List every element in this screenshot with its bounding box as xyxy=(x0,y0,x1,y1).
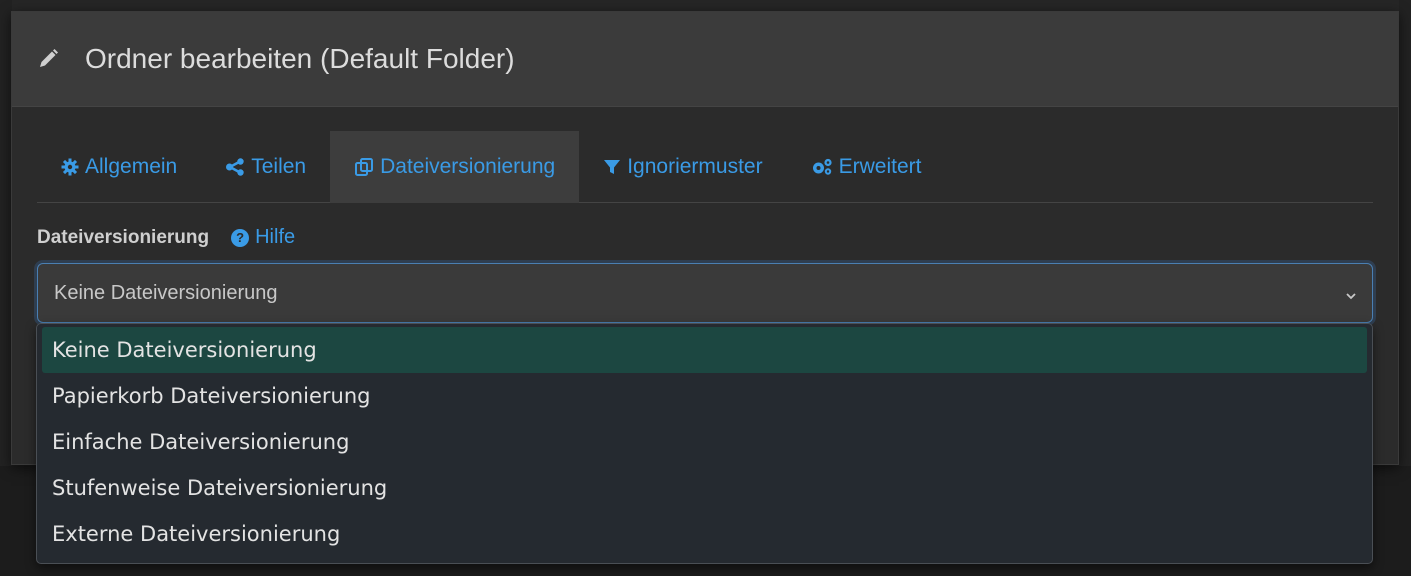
option-keine[interactable]: Keine Dateiversionierung xyxy=(42,327,1367,373)
tab-teilen[interactable]: Teilen xyxy=(201,131,330,203)
tab-label: Teilen xyxy=(251,155,307,178)
chevron-down-icon xyxy=(1344,286,1358,300)
help-link[interactable]: ? Hilfe xyxy=(231,226,295,249)
tab-label: Erweitert xyxy=(838,155,922,178)
option-externe[interactable]: Externe Dateiversionierung xyxy=(42,511,1367,557)
modal-header: Ordner bearbeiten (Default Folder) xyxy=(12,12,1398,107)
versioning-selected-value: Keine Dateiversionierung xyxy=(54,281,278,304)
versioning-label: Dateiversionierung xyxy=(37,226,210,248)
tab-ignoriermuster[interactable]: Ignoriermuster xyxy=(579,131,786,203)
versioning-section-label: Dateiversionierung ? Hilfe xyxy=(37,226,295,249)
pencil-icon xyxy=(37,48,59,70)
tab-dateiversionierung[interactable]: Dateiversionierung xyxy=(330,131,580,203)
question-circle-icon: ? xyxy=(231,228,250,247)
gears-icon xyxy=(811,158,833,176)
option-einfache[interactable]: Einfache Dateiversionierung xyxy=(42,419,1367,465)
gear-icon xyxy=(61,158,79,176)
copy-icon xyxy=(354,157,374,177)
tab-allgemein[interactable]: Allgemein xyxy=(37,131,201,203)
tab-label: Ignoriermuster xyxy=(627,155,763,178)
tab-bar: Allgemein Teilen Dateiversionierung Igno… xyxy=(37,131,1373,203)
help-label: Hilfe xyxy=(255,226,296,248)
tab-erweitert[interactable]: Erweitert xyxy=(787,131,946,203)
versioning-select[interactable]: Keine Dateiversionierung xyxy=(37,263,1373,323)
versioning-dropdown-list: Keine Dateiversionierung Papierkorb Date… xyxy=(36,323,1373,564)
share-icon xyxy=(225,158,245,176)
tab-label: Dateiversionierung xyxy=(380,155,556,178)
filter-icon xyxy=(603,158,621,176)
tab-label: Allgemein xyxy=(85,155,178,178)
option-papierkorb[interactable]: Papierkorb Dateiversionierung xyxy=(42,373,1367,419)
modal-title: Ordner bearbeiten (Default Folder) xyxy=(85,43,515,74)
option-stufenweise[interactable]: Stufenweise Dateiversionierung xyxy=(42,465,1367,511)
